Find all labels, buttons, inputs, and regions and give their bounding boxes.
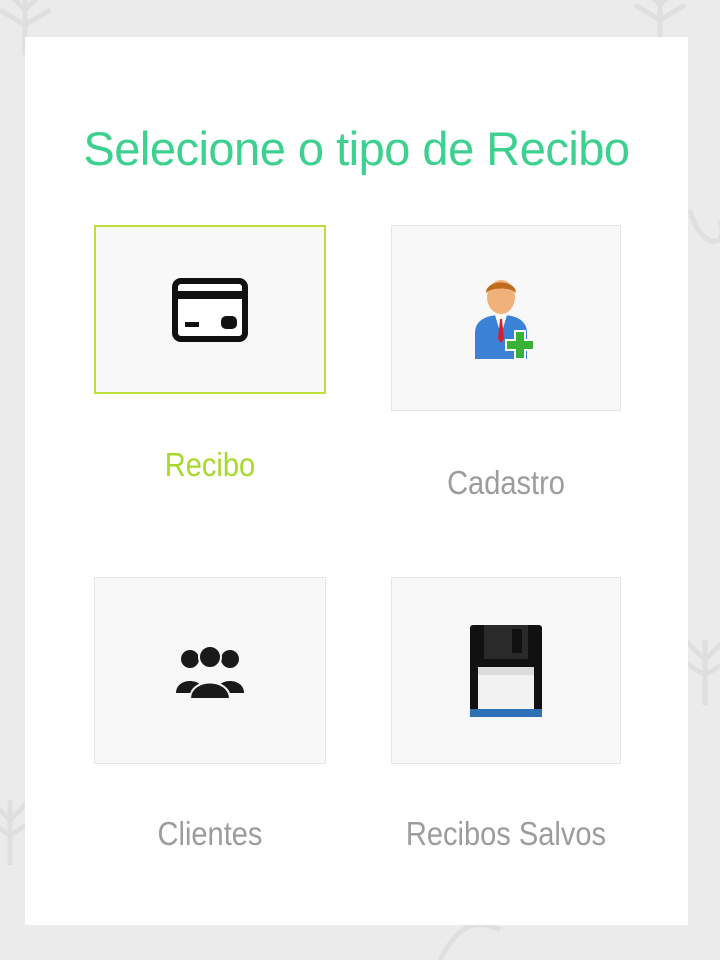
option-clientes-tile[interactable] xyxy=(94,577,326,764)
page-title: Selecione o tipo de Recibo xyxy=(83,122,630,175)
option-recibo-tile[interactable] xyxy=(94,225,326,394)
option-clientes-label[interactable]: Clientes xyxy=(108,815,312,853)
option-recibo-label[interactable]: Recibo xyxy=(108,446,312,484)
option-recibos-salvos-label[interactable]: Recibos Salvos xyxy=(387,815,625,853)
receipt-type-dialog: Selecione o tipo de Recibo Recibo Cadast… xyxy=(25,37,688,925)
add-user-icon xyxy=(475,280,535,360)
option-cadastro-label[interactable]: Cadastro xyxy=(405,464,607,502)
option-cadastro-tile[interactable] xyxy=(391,225,621,411)
floppy-disk-icon xyxy=(470,624,542,717)
option-recibos-salvos-tile[interactable] xyxy=(391,577,621,764)
users-group-icon xyxy=(176,644,244,700)
credit-card-icon xyxy=(172,277,248,342)
